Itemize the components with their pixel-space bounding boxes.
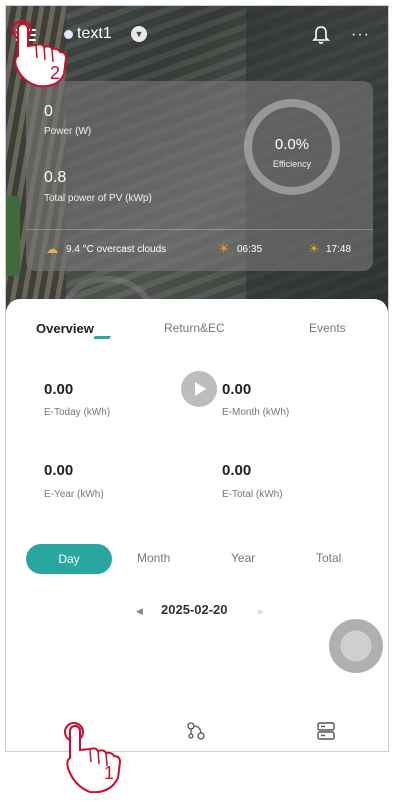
- period-year-button[interactable]: Year: [231, 551, 255, 565]
- photo-foliage: [6, 196, 20, 276]
- device-list-icon[interactable]: [316, 722, 336, 740]
- efficiency-value: 0.0%: [274, 136, 310, 153]
- e-total-label: E-Total (kWh): [222, 489, 283, 500]
- tab-events[interactable]: Events: [309, 321, 346, 335]
- pv-label: Total power of PV (kWp): [44, 193, 152, 204]
- weather-text: 9.4 °C overcast clouds: [66, 244, 167, 255]
- e-total-value: 0.00: [222, 462, 252, 479]
- period-day-button[interactable]: Day: [26, 544, 112, 574]
- date-next-icon[interactable]: ▶: [258, 607, 264, 616]
- sunset-icon: ☀: [308, 241, 320, 256]
- e-month-label: E-Month (kWh): [222, 407, 290, 418]
- power-label: Power (W): [44, 126, 92, 137]
- e-month-value: 0.00: [222, 381, 252, 398]
- play-button[interactable]: [181, 371, 217, 407]
- date-display[interactable]: 2025-02-20: [161, 602, 228, 617]
- e-year-label: E-Year (kWh): [44, 489, 104, 500]
- tab-return-ec[interactable]: Return&EC: [164, 321, 225, 335]
- tap-hand-icon-2: [12, 20, 68, 88]
- period-total-button[interactable]: Total: [316, 551, 341, 565]
- e-today-value: 0.00: [44, 381, 74, 398]
- sunrise-time: 06:35: [237, 244, 263, 255]
- e-year-value: 0.00: [44, 462, 74, 479]
- plant-dropdown-icon[interactable]: ▼: [131, 26, 147, 42]
- e-today-label: E-Today (kWh): [44, 407, 111, 418]
- pv-value: 0.8: [44, 169, 67, 186]
- floating-action-button[interactable]: [329, 619, 383, 673]
- period-month-button[interactable]: Month: [137, 551, 170, 565]
- tap-hand-icon-1: [64, 722, 122, 794]
- plant-stats-card: 0 Power (W) 0.8 Total power of PV (kWp) …: [26, 81, 373, 271]
- marker-number-2: 2: [50, 63, 61, 83]
- tab-overview-indicator: [93, 336, 111, 339]
- weather-icon: ☁: [46, 242, 58, 256]
- sunrise-icon: ☀: [218, 241, 230, 256]
- tab-overview[interactable]: Overview: [36, 321, 94, 336]
- plant-name[interactable]: text1: [77, 25, 112, 43]
- energy-flow-icon[interactable]: [186, 721, 206, 741]
- bell-icon[interactable]: [312, 25, 330, 45]
- more-icon[interactable]: ···: [351, 26, 370, 44]
- date-prev-icon[interactable]: ◀: [136, 606, 143, 617]
- stats-divider: [26, 229, 373, 230]
- efficiency-label: Efficiency: [272, 159, 312, 169]
- power-value: 0: [44, 103, 53, 120]
- overview-sheet: Overview Return&EC Events 0.00 E-Today (…: [6, 299, 388, 751]
- sunset-time: 17:48: [326, 244, 352, 255]
- marker-number-1: 1: [104, 763, 115, 783]
- phone-screen: text1 ▼ ··· 0 Power (W) 0.8 Total power …: [5, 5, 389, 752]
